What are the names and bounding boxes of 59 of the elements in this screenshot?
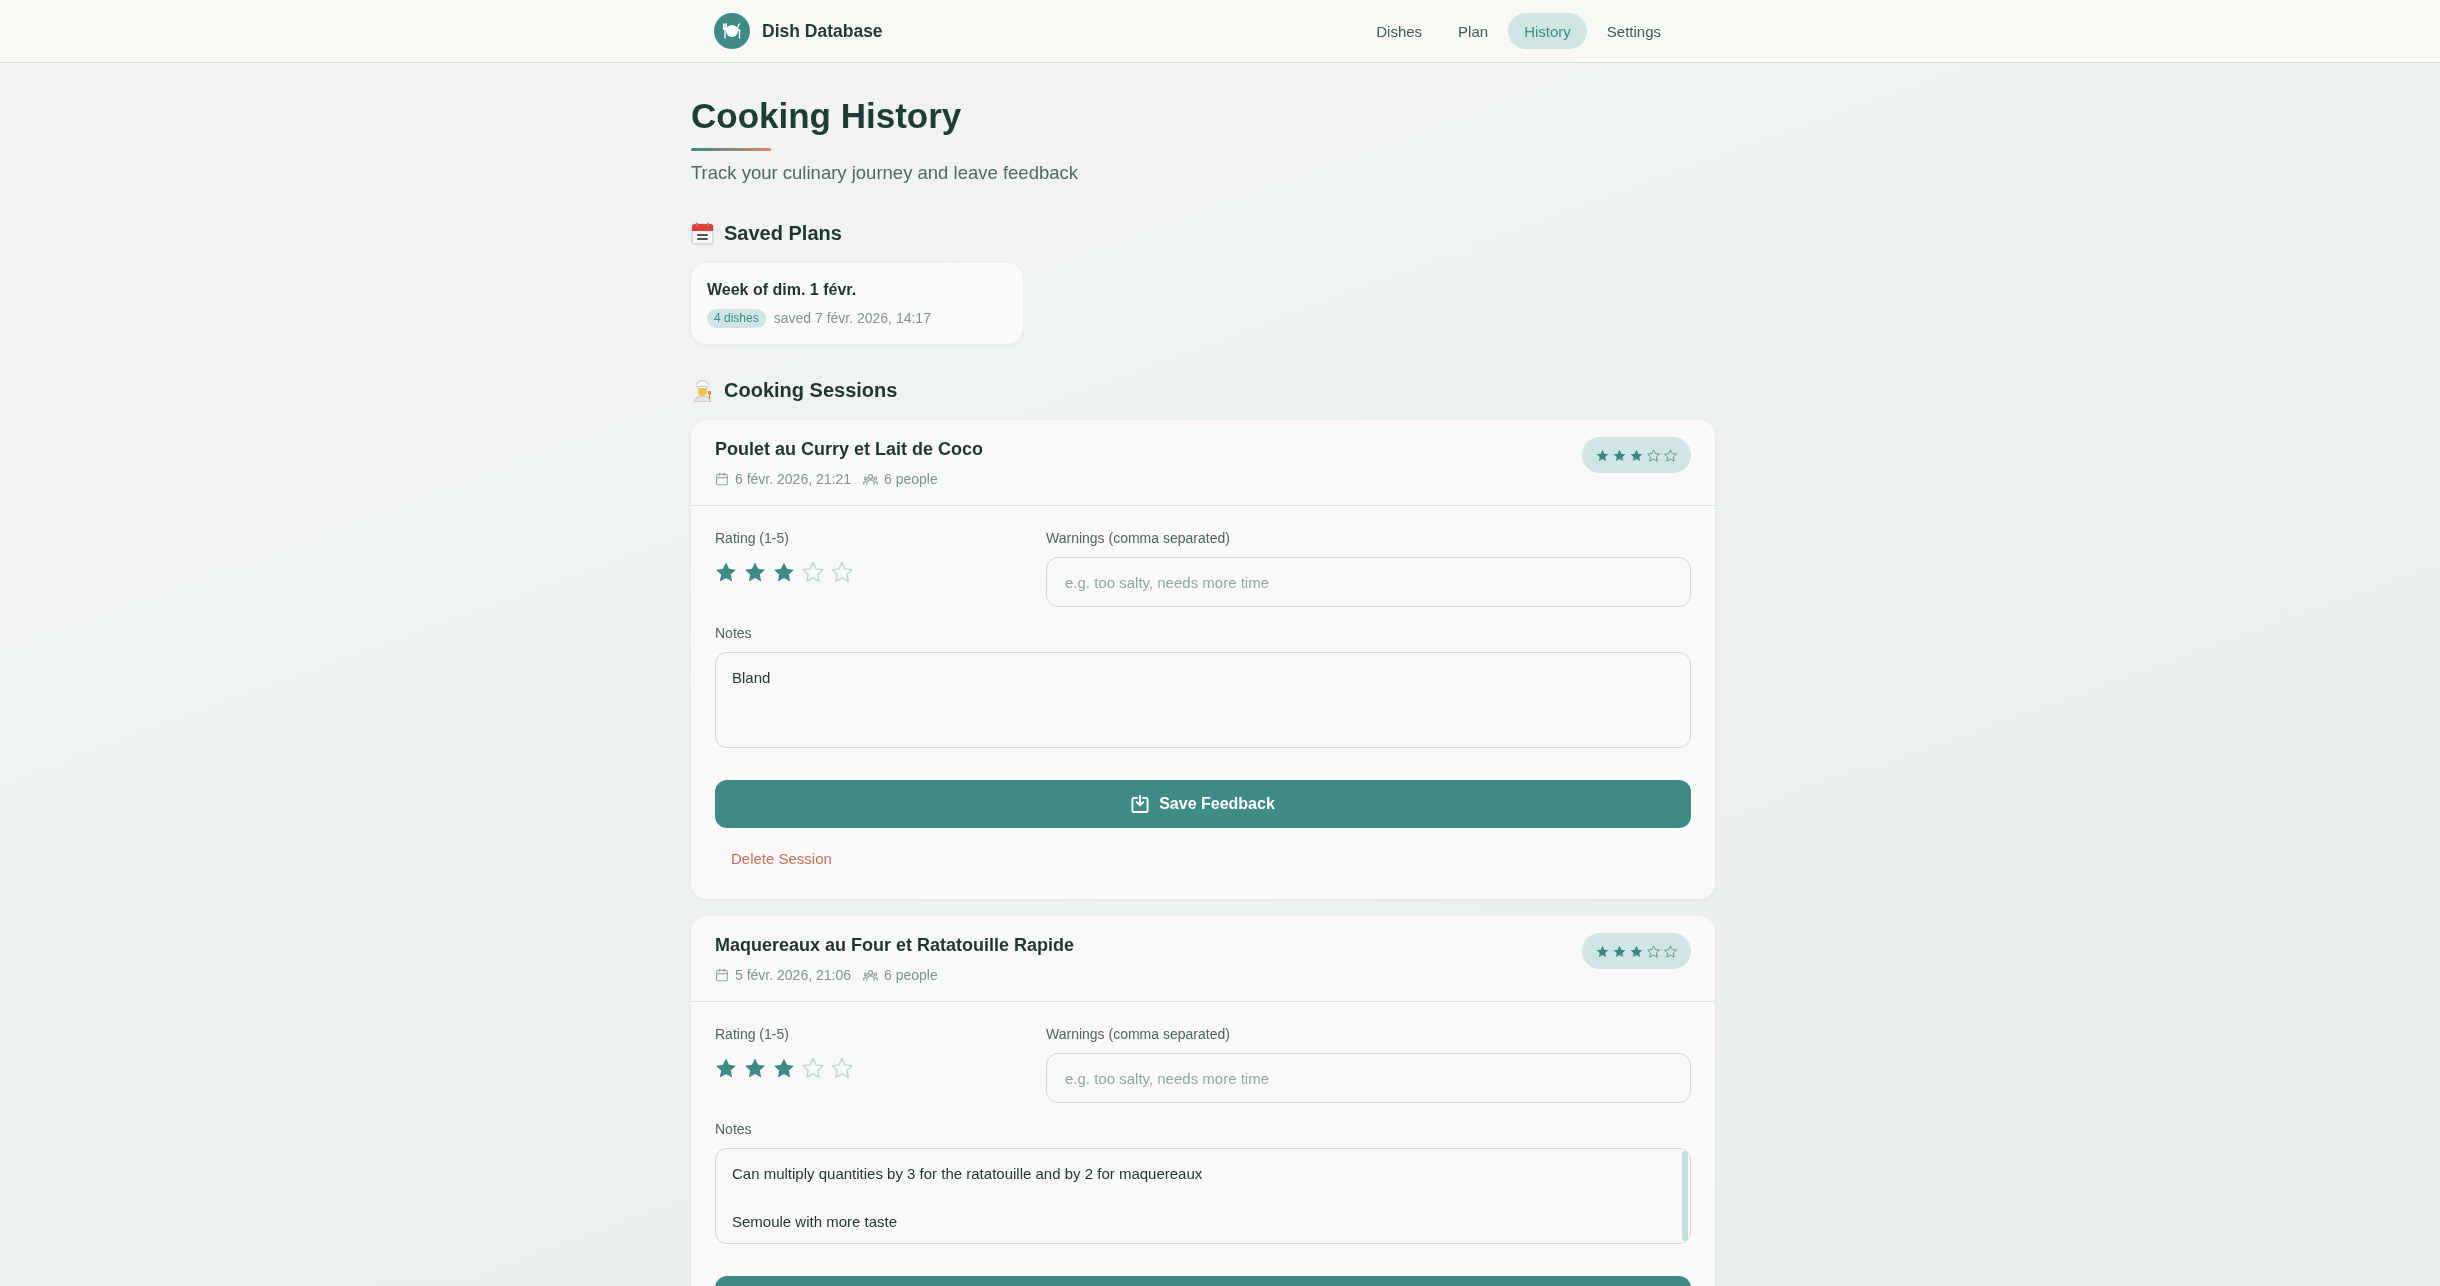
chef-icon [691,378,714,402]
section-heading: Saved Plans [724,221,842,246]
calendar-icon [715,968,729,982]
star-icon[interactable] [773,1057,795,1079]
brand-name: Dish Database [762,20,883,42]
section-heading: Cooking Sessions [724,378,898,403]
nav-tab[interactable]: Plan [1442,13,1505,49]
scrollbar-thumb[interactable] [1682,1151,1688,1241]
star-icon[interactable] [715,561,737,583]
notes-textarea[interactable]: Can multiply quantities by 3 for the ratatouille and by 2 for maquereaux Semoule with more taste [715,1148,1691,1244]
star-icon [1630,944,1643,958]
star-icon [1647,944,1660,958]
nav-tab[interactable]: Settings [1590,13,1677,49]
plan-title: Week of dim. 1 févr. [707,280,858,300]
session-date: 6 févr. 2026, 21:21 [735,470,851,489]
calendar-icon [691,221,714,245]
saved-date: saved 7 févr. 2026, 14:17 [773,309,931,328]
session-title: Poulet au Curry et Lait de Coco [715,438,984,461]
star-icon[interactable] [744,1057,766,1079]
warnings-input[interactable]: e.g. too salty, needs more time [1046,557,1691,607]
field-label: Warnings (comma separated) [1046,1025,1231,1044]
star-icon [1647,448,1660,462]
star-icon[interactable] [715,1057,737,1079]
star-icon [1596,944,1609,958]
people-count: 6 people [884,966,938,985]
star-icon[interactable] [744,561,766,583]
delete-button[interactable]: Delete Session [715,843,848,875]
people-count: 6 people [884,470,938,489]
people-icon [863,473,878,485]
calendar-icon [715,472,729,486]
star-icon[interactable] [773,561,795,583]
field-label: Rating (1-5) [715,1025,790,1044]
star-icon [1664,448,1677,462]
star-icon[interactable] [831,1057,853,1079]
notes-textarea[interactable]: Bland [715,652,1691,748]
page-title: Cooking History [691,96,963,136]
warnings-input[interactable]: e.g. too salty, needs more time [1046,1053,1691,1103]
save-button[interactable]: Save Feedback [715,780,1691,828]
field-label: Rating (1-5) [715,529,790,548]
people-icon [863,969,878,981]
download-icon [1131,795,1150,813]
star-icon[interactable] [802,1057,824,1079]
plan-card[interactable]: Week of dim. 1 févr. 4 dishes saved 7 févr. 2026, 14:17 [691,263,1023,344]
page-subtitle: Track your culinary journey and leave feedback [691,161,1079,185]
star-icon [1613,944,1626,958]
nav-tab[interactable]: Dishes [1360,13,1439,49]
plate-icon [714,13,750,49]
session-title: Maquereaux au Four et Ratatouille Rapide [715,934,1075,957]
star-icon [1596,448,1609,462]
session-date: 5 févr. 2026, 21:06 [735,966,851,985]
dish-count: 4 dishes [707,308,766,328]
star-icon [1630,448,1643,462]
star-icon[interactable] [802,561,824,583]
star-icon [1664,944,1677,958]
star-icon [1613,448,1626,462]
field-label: Notes [715,624,753,643]
star-icon[interactable] [831,561,853,583]
field-label: Notes [715,1120,753,1139]
field-label: Warnings (comma separated) [1046,529,1231,548]
